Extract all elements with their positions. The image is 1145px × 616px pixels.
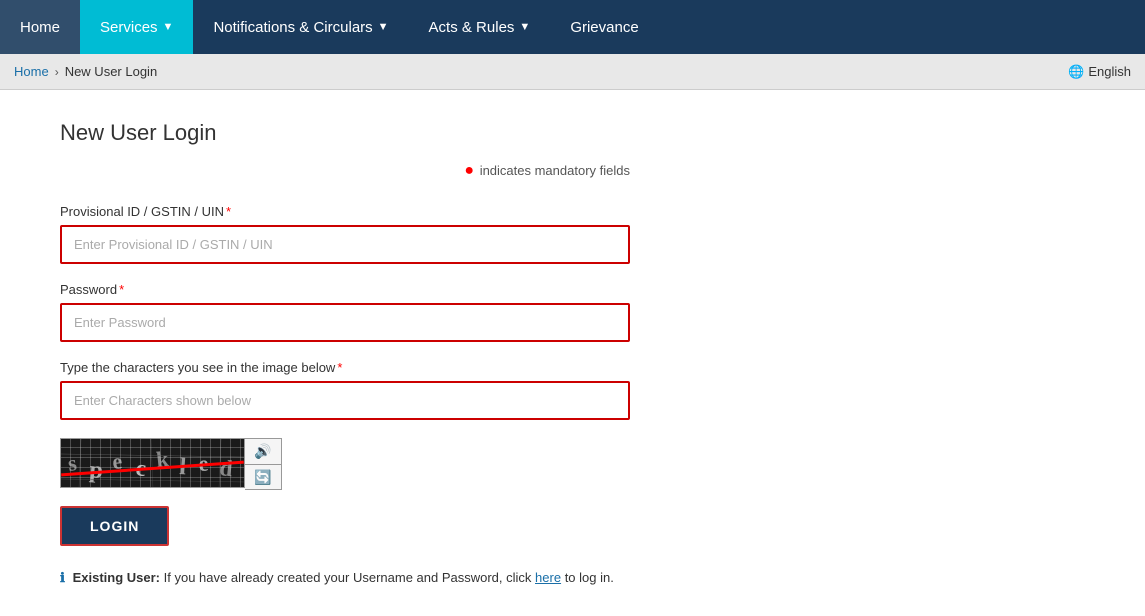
info-icon: ℹ	[60, 570, 65, 585]
breadcrumb-home-link[interactable]: Home	[14, 64, 49, 79]
captcha-group: Type the characters you see in the image…	[60, 360, 630, 420]
globe-icon: 🌐	[1068, 64, 1084, 80]
captcha-controls: 🔊 🔄	[245, 438, 282, 490]
breadcrumb-separator: ›	[55, 65, 59, 79]
captcha-label: Type the characters you see in the image…	[60, 360, 630, 375]
services-caret-icon: ▼	[163, 21, 174, 33]
existing-user-label: Existing User:	[73, 570, 160, 585]
captcha-required-marker: *	[337, 360, 342, 375]
acts-caret-icon: ▼	[519, 21, 530, 33]
breadcrumb-bar: Home › New User Login 🌐 English	[0, 54, 1145, 90]
nav-acts[interactable]: Acts & Rules ▼	[409, 0, 551, 54]
mandatory-note: ● indicates mandatory fields	[60, 162, 630, 180]
existing-user-suffix: to log in.	[565, 570, 614, 585]
captcha-refresh-button[interactable]: 🔄	[245, 464, 281, 489]
nav-notifications[interactable]: Notifications & Circulars ▼	[193, 0, 408, 54]
language-label: English	[1088, 64, 1131, 79]
password-group: Password*	[60, 282, 630, 342]
nav-services[interactable]: Services ▼	[80, 0, 193, 54]
provisional-id-label: Provisional ID / GSTIN / UIN*	[60, 204, 630, 219]
breadcrumb: Home › New User Login	[14, 64, 157, 79]
provisional-id-input[interactable]	[60, 225, 630, 264]
page-title: New User Login	[60, 120, 1085, 146]
main-nav: Home Services ▼ Notifications & Circular…	[0, 0, 1145, 54]
password-label: Password*	[60, 282, 630, 297]
login-button[interactable]: LOGIN	[60, 506, 169, 546]
captcha-image-container: s p e c k l e d 🔊 🔄	[60, 438, 1085, 490]
nav-home[interactable]: Home	[0, 0, 80, 54]
password-required-marker: *	[119, 282, 124, 297]
provisional-required-marker: *	[226, 204, 231, 219]
mandatory-dot-icon: ●	[464, 162, 474, 179]
breadcrumb-current-page: New User Login	[65, 64, 158, 79]
language-selector[interactable]: 🌐 English	[1068, 64, 1131, 80]
captcha-input[interactable]	[60, 381, 630, 420]
password-input[interactable]	[60, 303, 630, 342]
provisional-id-group: Provisional ID / GSTIN / UIN*	[60, 204, 630, 264]
captcha-audio-button[interactable]: 🔊	[245, 439, 281, 464]
nav-grievance[interactable]: Grievance	[550, 0, 658, 54]
existing-user-note: ℹ Existing User: If you have already cre…	[60, 570, 630, 586]
existing-user-link[interactable]: here	[535, 570, 561, 585]
notifications-caret-icon: ▼	[378, 21, 389, 33]
main-content: New User Login ● indicates mandatory fie…	[0, 90, 1145, 616]
captcha-image: s p e c k l e d	[60, 438, 245, 488]
existing-user-message: If you have already created your Usernam…	[164, 570, 535, 585]
